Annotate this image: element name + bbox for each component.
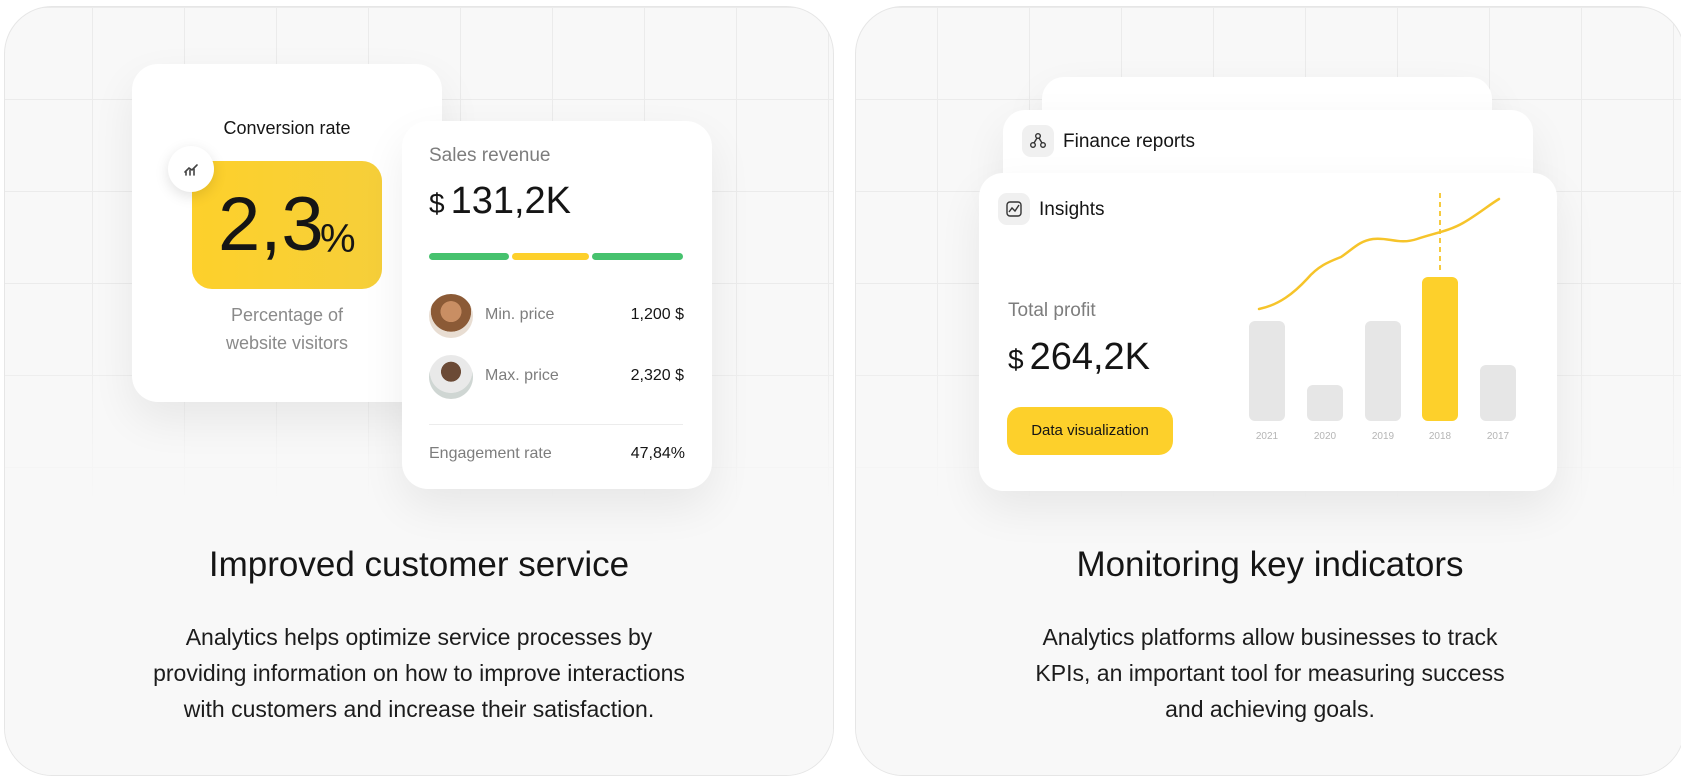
insights-icon-box (998, 193, 1030, 225)
chart-icon (183, 161, 199, 177)
sales-revenue-card: Sales revenue $131,2K Min. price 1,200 $… (402, 121, 712, 489)
bar-2019 (1365, 321, 1401, 421)
year-label: 2019 (1372, 431, 1395, 442)
max-price-label: Max. price (485, 367, 559, 384)
chart-badge[interactable] (168, 146, 214, 192)
share-nodes-icon (1029, 132, 1047, 150)
insights-label: Insights (1039, 199, 1105, 220)
data-visualization-button[interactable]: Data visualization (1007, 407, 1173, 455)
progress-segment-green-2 (592, 253, 683, 260)
description-line-2: providing information on how to improve … (153, 660, 685, 686)
description-line-1: Analytics helps optimize service process… (185, 624, 653, 650)
key-indicators-panel: Finance reports Insights Total profit $2… (855, 6, 1681, 776)
bar-2017 (1480, 365, 1516, 421)
feature-title: Improved customer service (208, 545, 630, 584)
sales-amount: 131,2K (450, 180, 572, 222)
bar-2020 (1307, 385, 1343, 421)
description-line-1: Analytics platforms allow businesses to … (1042, 624, 1498, 650)
sales-revenue-amount: $131,2K (429, 179, 571, 226)
max-price-value: 2,320 $ (630, 367, 684, 384)
avatar (429, 355, 473, 399)
profit-currency: $ (1008, 344, 1024, 375)
insights-card: Insights Total profit $264,2K Data visua… (979, 173, 1557, 491)
feature-title: Monitoring key indicators (1076, 545, 1464, 584)
insights-icon (1005, 200, 1023, 218)
description-line-3: and achieving goals. (1165, 696, 1375, 722)
conversion-value-box: 2,3 % (192, 161, 382, 289)
engagement-rate-value: 47,84% (630, 445, 685, 462)
total-profit-label: Total profit (1008, 300, 1096, 321)
conversion-rate-unit: % (320, 217, 356, 261)
conversion-rate-label: Conversion rate (223, 118, 351, 138)
sales-currency: $ (429, 188, 445, 219)
avatar (429, 294, 473, 338)
profit-chart: 2021 2020 2019 2018 2017 (1249, 193, 1516, 442)
description-line-3: with customers and increase their satisf… (183, 696, 655, 722)
feature-description: Analytics platforms allow businesses to … (856, 619, 1681, 727)
finance-reports-label: Finance reports (1063, 131, 1196, 152)
sales-revenue-label: Sales revenue (429, 145, 551, 166)
min-price-label: Min. price (485, 306, 555, 323)
bar-2021 (1249, 321, 1285, 421)
year-label: 2021 (1256, 431, 1279, 442)
feature-description: Analytics helps optimize service process… (5, 619, 833, 727)
customer-service-panel: Conversion rate 2,3 % Percentage of webs… (4, 6, 834, 776)
divider (429, 424, 683, 425)
trend-line (1257, 197, 1501, 311)
profit-value: 264,2K (1029, 336, 1151, 378)
progress-segment-green-1 (429, 253, 509, 260)
finance-icon-box (1022, 125, 1054, 157)
conversion-caption-line-2: website visitors (225, 333, 349, 353)
year-label: 2020 (1314, 431, 1337, 442)
min-price-value: 1,200 $ (630, 306, 684, 323)
engagement-rate-label: Engagement rate (429, 445, 552, 462)
bar-2018 (1422, 277, 1458, 421)
conversion-rate-card: Conversion rate 2,3 % Percentage of webs… (132, 64, 442, 402)
conversion-caption-line-1: Percentage of (230, 305, 344, 325)
conversion-rate-value: 2,3 (218, 182, 324, 267)
total-profit-amount: $264,2K (1008, 335, 1150, 382)
description-line-2: KPIs, an important tool for measuring su… (1035, 660, 1505, 686)
progress-segment-yellow (512, 253, 589, 260)
year-label: 2017 (1487, 431, 1510, 442)
year-label: 2018 (1429, 431, 1452, 442)
